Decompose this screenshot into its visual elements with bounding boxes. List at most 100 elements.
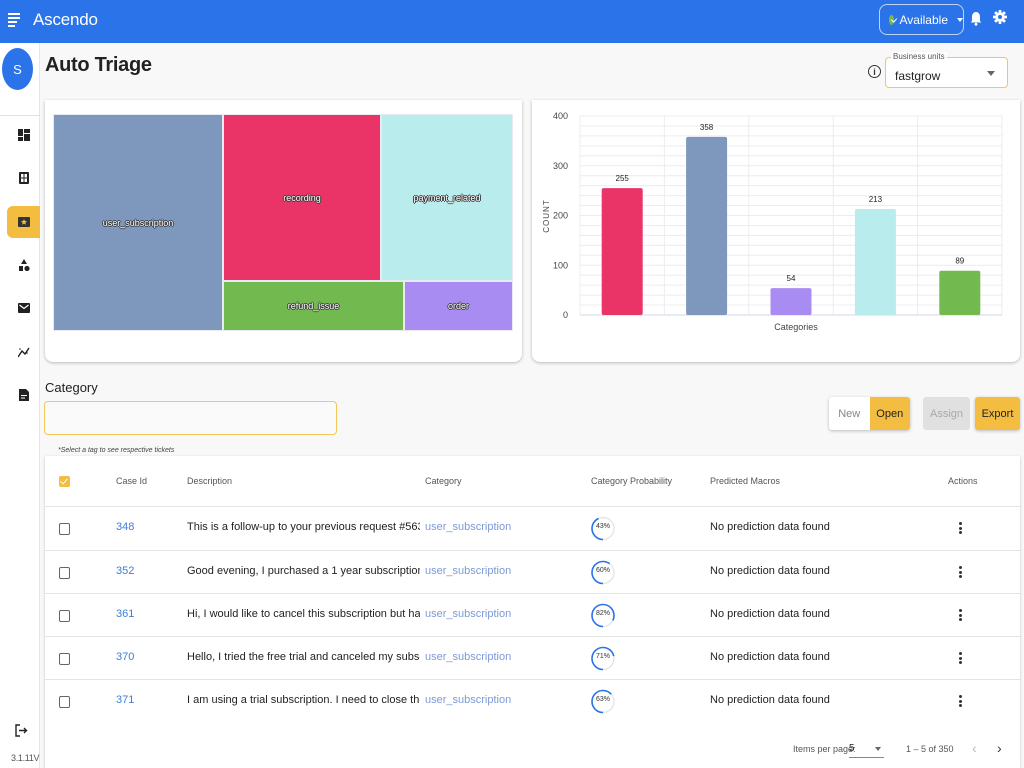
case-id-link[interactable]: 352 [116, 565, 134, 577]
category-filter-input[interactable] [44, 401, 337, 435]
table-row[interactable]: 370 Hello, I tried the free trial and can… [45, 636, 1020, 679]
document-icon [18, 389, 29, 401]
case-id-link[interactable]: 371 [116, 694, 134, 706]
probability-label: 43% [595, 523, 610, 530]
bar-payment-related[interactable] [854, 209, 896, 315]
row-checkbox[interactable] [59, 567, 70, 579]
bar-user-subscription[interactable] [686, 136, 728, 315]
row-checkbox[interactable] [59, 653, 70, 665]
bar-data-label: 255 [616, 174, 630, 183]
row-checkbox[interactable] [59, 610, 70, 622]
treemap-tag-order[interactable]: order [404, 281, 513, 331]
more-actions-icon[interactable] [957, 693, 963, 709]
column-header-description[interactable]: Description [187, 476, 232, 486]
sidebar-item-mail[interactable] [7, 292, 40, 324]
probability-gauge: 63% [591, 687, 615, 716]
bar-data-label: 89 [955, 257, 964, 266]
column-header-probability[interactable]: Category Probability [591, 476, 672, 486]
items-per-page-select[interactable]: 5 [849, 741, 884, 758]
caret-down-icon [987, 71, 995, 76]
check-circle-icon [889, 14, 894, 25]
case-id-link[interactable]: 370 [116, 651, 134, 663]
case-description: Hello, I tried the free trial and cancel… [187, 651, 420, 663]
treemap-tag-label: order [447, 301, 469, 311]
case-category-link[interactable]: user_subscription [425, 651, 511, 663]
availability-status-dropdown[interactable]: Available [879, 4, 964, 35]
treemap-tag-label: recording [283, 192, 321, 203]
table-row[interactable]: 361 Hi, I would like to cancel this subsc… [45, 593, 1020, 636]
probability-label: 63% [595, 696, 610, 703]
select-all-checkbox[interactable] [59, 476, 70, 487]
bell-icon[interactable] [970, 11, 982, 26]
more-actions-icon[interactable] [957, 607, 963, 623]
toggle-open[interactable]: Open [869, 397, 910, 430]
mail-icon [17, 303, 30, 313]
y-tick-label: 200 [553, 211, 568, 221]
treemap-tag-payment-related[interactable]: payment_related [381, 114, 513, 281]
case-description: Good evening, I purchased a 1 year subsc… [187, 565, 420, 577]
sidebar-item-auto-triage[interactable] [7, 206, 40, 238]
column-header-predicted-macros[interactable]: Predicted Macros [710, 476, 780, 486]
sidebar-item-documents[interactable] [7, 379, 40, 411]
case-category-link[interactable]: user_subscription [425, 565, 511, 577]
treemap-tag-user-subscription[interactable]: user_subscription [53, 114, 223, 331]
bar-refund-issue[interactable] [939, 270, 981, 315]
more-actions-icon[interactable] [957, 650, 963, 666]
case-id-link[interactable]: 348 [116, 521, 134, 533]
export-button[interactable]: Export [975, 397, 1020, 430]
case-category-link[interactable]: user_subscription [425, 694, 511, 706]
dashboard-icon [17, 129, 30, 141]
avatar[interactable]: S [2, 48, 33, 90]
table-row[interactable]: 348 This is a follow-up to your previous … [45, 506, 1020, 549]
case-id-link[interactable]: 361 [116, 608, 134, 620]
bar-recording[interactable] [601, 188, 643, 315]
treemap-tag-refund-issue[interactable]: refund_issue [223, 281, 404, 331]
column-header-case-id[interactable]: Case Id [116, 476, 147, 486]
column-header-actions: Actions [948, 476, 978, 486]
app-version: 3.1.11V [11, 753, 40, 763]
predicted-macros: No prediction data found [710, 565, 830, 577]
business-unit-value: fastgrow [895, 69, 941, 83]
case-category-link[interactable]: user_subscription [425, 521, 511, 533]
logout-icon[interactable] [15, 724, 28, 737]
sidebar-item-notebook[interactable] [7, 162, 40, 194]
more-actions-icon[interactable] [957, 520, 963, 536]
y-tick-label: 300 [553, 161, 568, 171]
probability-label: 60% [595, 567, 610, 574]
info-icon[interactable]: i [868, 65, 881, 78]
toggle-new[interactable]: New [829, 397, 870, 430]
sidebar-item-dashboard[interactable] [7, 119, 40, 151]
table-row[interactable]: 371 I am using a trial subscription. I ne… [45, 679, 1020, 722]
row-checkbox[interactable] [59, 523, 70, 535]
items-per-page-value: 5 [849, 743, 855, 754]
category-filter-label: Category [45, 380, 98, 395]
analytics-icon [17, 347, 30, 358]
previous-page-button[interactable]: ‹ [972, 740, 977, 756]
probability-label: 71% [595, 653, 610, 660]
case-category-link[interactable]: user_subscription [425, 608, 511, 620]
gear-icon[interactable] [993, 10, 1007, 24]
business-units-select[interactable]: Business units fastgrow [885, 52, 1008, 88]
y-tick-label: 400 [553, 111, 568, 121]
treemap-tag-label: refund_issue [287, 301, 340, 311]
y-tick-label: 100 [553, 260, 568, 270]
treemap-tag-recording[interactable]: recording [223, 114, 381, 281]
assign-button[interactable]: Assign [923, 397, 970, 430]
row-checkbox[interactable] [59, 696, 70, 708]
column-header-category[interactable]: Category [425, 476, 462, 486]
sidebar-item-shapes[interactable] [7, 249, 40, 281]
predicted-macros: No prediction data found [710, 521, 830, 533]
category-count-bar-chart: 0 100 200 300 400 255 358 54 213 89 Categories COUN… [542, 111, 1003, 332]
next-page-button[interactable]: › [997, 740, 1002, 756]
business-units-label: Business units [891, 52, 947, 61]
treemap-tag-label: user_subscription [102, 217, 174, 228]
items-per-page-label: Items per page: [793, 744, 856, 754]
bar-chart-card: 0 100 200 300 400 255 358 54 213 89 Categories COUN… [532, 100, 1020, 362]
app-title: Ascendo [33, 10, 98, 29]
more-actions-icon[interactable] [957, 564, 963, 580]
menu-icon[interactable] [8, 13, 20, 27]
sidebar-item-analytics[interactable] [7, 336, 40, 368]
table-row[interactable]: 352 Good evening, I purchased a 1 year su… [45, 550, 1020, 593]
bar-order[interactable] [770, 288, 812, 315]
shapes-icon [18, 259, 30, 271]
